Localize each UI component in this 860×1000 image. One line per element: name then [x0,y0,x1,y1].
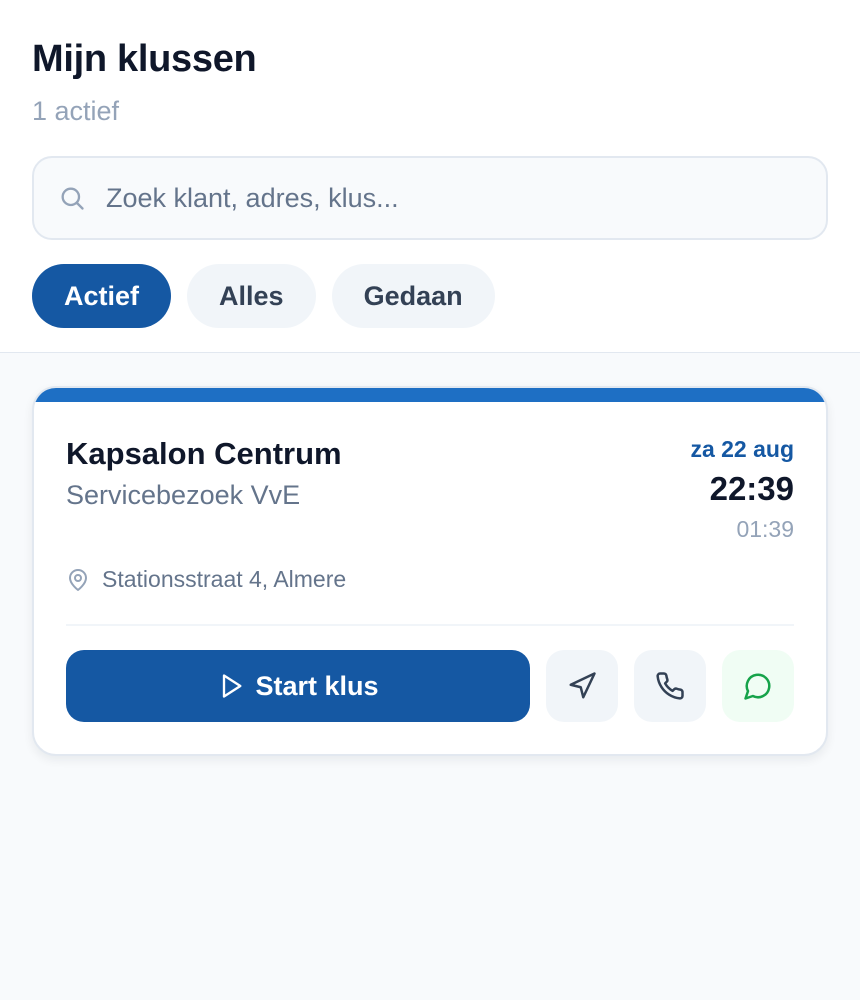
start-job-button[interactable]: Start klus [66,650,530,722]
search-icon [61,187,84,210]
job-address: Stationsstraat 4, Almere [66,566,346,593]
navigate-button[interactable] [546,650,618,722]
search-input[interactable] [106,182,786,214]
phone-icon [656,672,684,700]
address-text: Stationsstraat 4, Almere [102,566,347,592]
navigation-icon [569,672,596,699]
message-circle-icon [744,673,771,700]
header: Mijn klussen 1 actief Actief Alles Gedaa… [0,0,860,353]
page-title: Mijn klussen [32,38,257,80]
job-date: za 22 aug [690,436,794,462]
status-bar [34,388,826,402]
map-pin-icon [69,568,87,591]
play-icon [223,674,242,698]
tab-actief[interactable]: Actief [32,264,172,328]
whatsapp-button[interactable] [722,650,794,722]
search-box[interactable] [32,156,828,240]
divider [66,624,794,626]
tab-gedaan[interactable]: Gedaan [331,264,495,328]
job-end-time: 01:39 [736,516,794,542]
job-card[interactable]: Kapsalon Centrum Servicebezoek VvE za 22… [32,386,828,756]
job-start-time: 22:39 [709,470,794,507]
filter-tabs: Actief Alles Gedaan [32,264,495,328]
call-button[interactable] [634,650,706,722]
tab-alles[interactable]: Alles [187,264,316,328]
client-name: Kapsalon Centrum [66,436,342,471]
service-type: Servicebezoek VvE [66,480,301,510]
start-job-label: Start klus [255,670,379,701]
active-count: 1 actief [32,96,120,126]
